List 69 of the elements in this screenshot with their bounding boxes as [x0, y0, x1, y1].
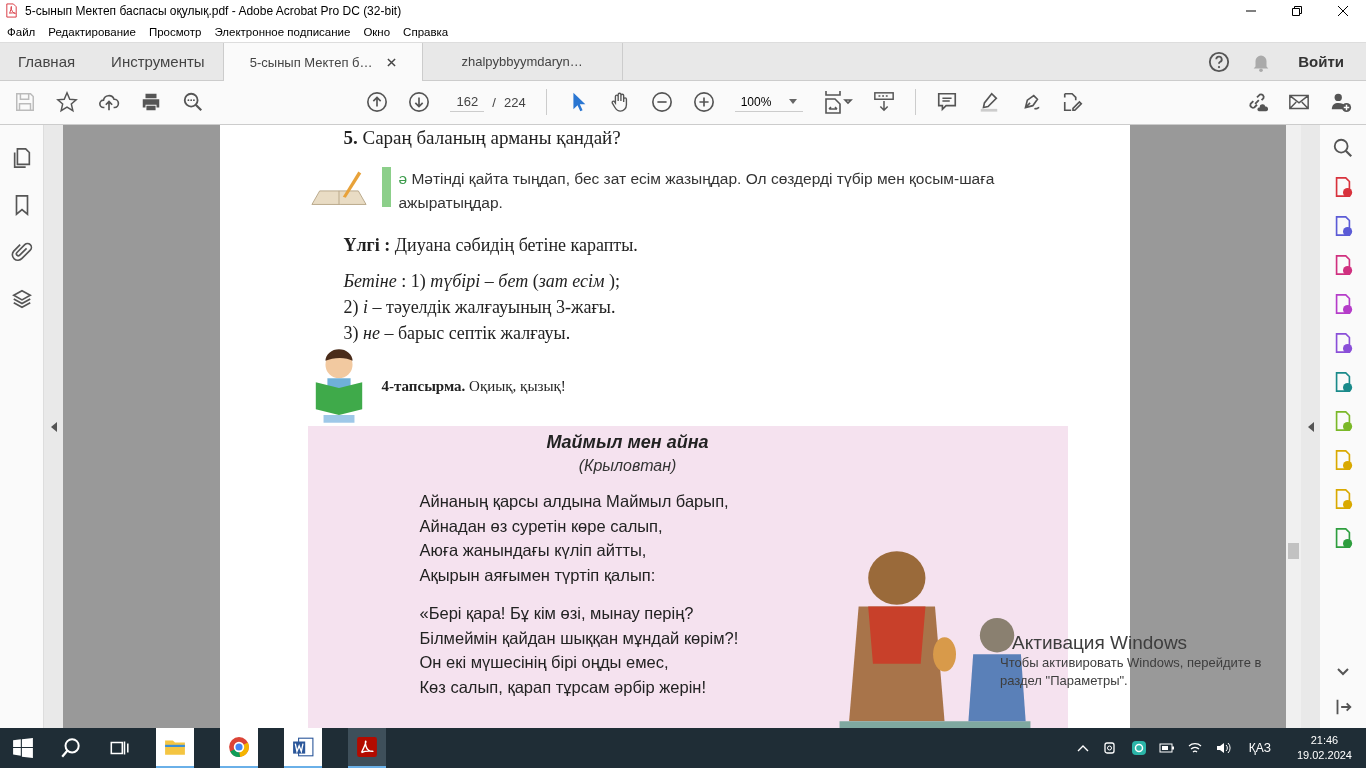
speaker-icon[interactable]: [1214, 740, 1231, 756]
scrollbar-thumb[interactable]: [1288, 543, 1299, 559]
pdf-file-icon: [4, 3, 19, 19]
windows-start-icon[interactable]: [12, 737, 34, 759]
question-text: 5. Сараң баланың арманы қандай?: [343, 127, 622, 149]
zoom-out-icon[interactable]: [650, 91, 673, 114]
paperclip-icon[interactable]: [10, 241, 33, 263]
menu-item[interactable]: Окно: [363, 25, 391, 38]
menu-item[interactable]: Редактирование: [48, 25, 136, 38]
zoom-in-icon[interactable]: [692, 91, 715, 114]
folder-icon[interactable]: [156, 728, 194, 768]
tab[interactable]: Инструменты: [93, 43, 223, 80]
app-tray-icon[interactable]: [1130, 740, 1147, 756]
collapse-right-icon[interactable]: [1307, 421, 1314, 432]
restore-icon[interactable]: [1292, 5, 1302, 16]
tab[interactable]: 5-сынып Мектеп б…: [222, 43, 423, 81]
example-text: Үлгі : Диуана сәбидің бетіне карапты.: [343, 235, 639, 256]
edit-document-icon[interactable]: [1061, 91, 1084, 114]
sign-in-button[interactable]: Войти: [1292, 49, 1350, 74]
analysis-line: 3) не – барыс септік жалғауы.: [343, 322, 572, 345]
menu-item[interactable]: Электронное подписание: [214, 25, 351, 38]
close-icon[interactable]: [1338, 5, 1348, 16]
poem-line: «Бері қара! Бұ кім өзі, мынау перің?: [419, 603, 695, 624]
layers-icon[interactable]: [10, 288, 33, 310]
clock-date[interactable]: 19.02.2024: [1296, 748, 1352, 763]
page-separator: /: [492, 94, 496, 110]
zoom-dropdown[interactable]: 100%: [734, 92, 803, 112]
pdf-app-icon[interactable]: [348, 728, 386, 768]
poem-line: Айнадан өз суретін көре салып,: [419, 515, 664, 537]
expand-left-icon[interactable]: [50, 421, 57, 432]
help-icon[interactable]: [1208, 50, 1231, 73]
poem-line: Білмеймін қайдан шыққан мұндай көрім?!: [419, 627, 740, 649]
close-icon[interactable]: [386, 57, 396, 67]
clock-time[interactable]: 21:46: [1310, 733, 1339, 748]
menu-item[interactable]: Справка: [403, 25, 449, 38]
arrow-down-icon[interactable]: [408, 91, 431, 114]
poem-title: Маймыл мен айна: [545, 432, 710, 453]
language-indicator[interactable]: ҚАЗ: [1248, 741, 1271, 755]
link-cloud-icon[interactable]: [1246, 91, 1268, 114]
menu-item[interactable]: Файл: [7, 25, 36, 38]
poem-subtitle: (Крыловтан): [577, 457, 678, 475]
poem-line: Көз салып, қарап тұрсам әрбір жерін!: [419, 676, 708, 698]
battery-icon[interactable]: [1158, 740, 1175, 756]
fit-page-icon[interactable]: [822, 90, 853, 115]
browser-icon[interactable]: [220, 728, 258, 768]
star-icon[interactable]: [56, 91, 78, 114]
caret-icon[interactable]: [789, 99, 798, 105]
analysis-line: 2) і – тәуелдік жалғауының 3-жағы.: [343, 296, 617, 319]
search-icon[interactable]: [60, 737, 82, 759]
poem-line: Айнаның қарсы алдына Маймыл барып,: [419, 491, 730, 512]
scroll-mode-icon[interactable]: [872, 91, 895, 114]
poem-line: Он екі мүшесінің бірі оңды емес,: [419, 652, 670, 673]
zoom-tool-icon[interactable]: [1332, 137, 1354, 159]
arrow-up-icon[interactable]: [366, 91, 389, 114]
poem-line: Ақырын аяғымен түртіп қалып:: [419, 564, 657, 586]
window-title: 5-сынып Мектеп баспасы оқулық.pdf - Adobe Acrobat Pro DC (32-bit): [25, 3, 403, 18]
menu-item[interactable]: Просмотр: [148, 25, 202, 38]
accent-bar: [381, 167, 391, 207]
analysis-line: Бетіне : 1) түбірі – бет (зат есім );: [343, 270, 621, 293]
word-app-icon[interactable]: [284, 728, 322, 768]
page-total: 224: [503, 94, 526, 110]
exercise-text: ә Мәтінді қайта тыңдап, бес зат есім жазыңдар. Ол сөздерді түбір мен қосым-шаға ажыратыңдар.: [398, 169, 996, 213]
search-icon[interactable]: [182, 91, 204, 114]
tab[interactable]: Главная: [0, 43, 94, 80]
page-number-field[interactable]: 162: [450, 92, 485, 113]
poem-line: Аюға жанындағы күліп айтты,: [419, 540, 648, 561]
tab[interactable]: zhalpybbyymdaryn…: [422, 43, 623, 80]
task-heading: 4-тапсырма. Оқиық, қызық!: [381, 377, 566, 395]
add-user-icon[interactable]: [1330, 91, 1352, 114]
